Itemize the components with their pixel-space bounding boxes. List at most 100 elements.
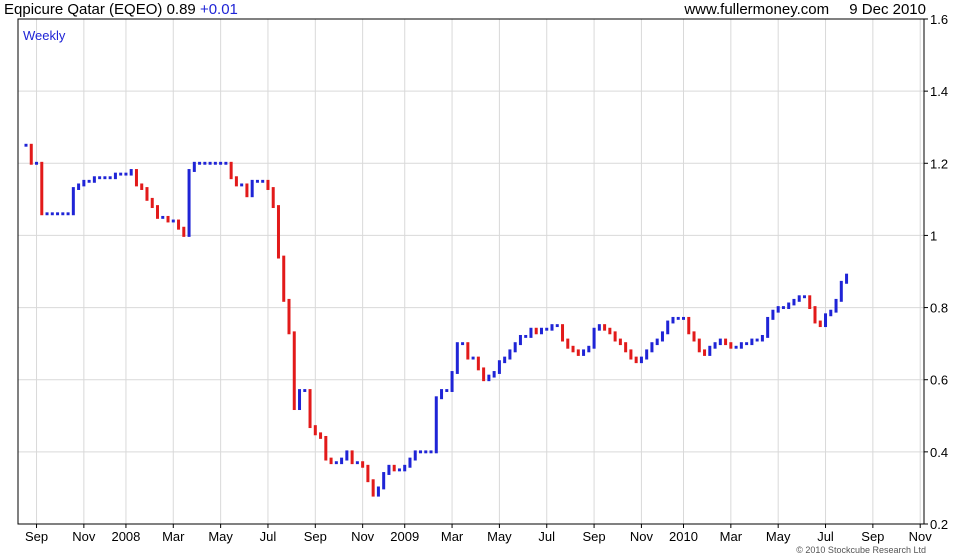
x-tick-label: Sep (25, 529, 48, 544)
price-bar (755, 338, 759, 342)
price-bar (529, 327, 533, 338)
price-bar (818, 320, 822, 328)
price-bar (745, 342, 749, 346)
price-bar (129, 169, 133, 176)
price-bar (729, 342, 733, 349)
price-bar (334, 461, 338, 465)
price-bar (787, 302, 791, 310)
y-tick-label: 1 (930, 228, 937, 243)
price-bar (397, 468, 401, 472)
price-bar (24, 143, 28, 147)
x-tick-label: 2010 (669, 529, 698, 544)
price-bar (203, 161, 207, 165)
y-tick-label: 0.2 (930, 517, 948, 532)
y-tick-label: 1.6 (930, 12, 948, 27)
price-bar (734, 345, 738, 349)
price-bar (508, 349, 512, 360)
price-bar (371, 479, 375, 497)
x-tick-label: Mar (720, 529, 743, 544)
price-bar (82, 179, 86, 187)
price-bar (629, 349, 633, 360)
price-bar (71, 187, 75, 216)
price-bar (834, 298, 838, 313)
y-tick-label: 0.8 (930, 301, 948, 316)
price-bar (250, 179, 254, 198)
price-bar (355, 461, 359, 465)
price-bar (303, 389, 307, 392)
price-bar (387, 464, 391, 475)
x-tick-label: Mar (441, 529, 464, 544)
x-tick-label: Jul (817, 529, 834, 544)
y-axis-ticks: 0.2 0.4 0.6 0.8 1 1.2 1.4 1.6 (924, 12, 948, 532)
price-bar (156, 205, 159, 219)
price-bar (361, 461, 365, 468)
price-bar (234, 176, 238, 187)
price-bar (108, 176, 112, 180)
price-bar (324, 435, 328, 461)
price-bar (413, 450, 417, 461)
price-bar (524, 334, 528, 338)
price-bar (639, 356, 643, 364)
price-bar (634, 356, 638, 364)
price-bar (766, 316, 770, 338)
copyright-notice: © 2010 Stockcube Research Ltd (796, 545, 926, 555)
y-tick-label: 1.2 (930, 156, 948, 171)
price-bar (313, 425, 317, 436)
price-bar (482, 367, 486, 382)
price-bar (471, 356, 475, 360)
price-bar (77, 183, 81, 190)
price-bar (797, 295, 801, 302)
price-bar (487, 374, 491, 382)
price-bar (392, 464, 396, 472)
price-bar (140, 183, 144, 190)
chart-grid (18, 18, 924, 525)
y-tick-label: 0.6 (930, 373, 948, 388)
x-tick-label: Nov (909, 529, 933, 544)
price-bar (276, 205, 280, 259)
price-bar (208, 161, 212, 165)
price-bar (229, 161, 233, 180)
x-tick-label: Sep (861, 529, 884, 544)
price-bar (587, 345, 591, 353)
price-bar (455, 342, 459, 374)
price-bar (345, 450, 349, 461)
x-tick-label: May (487, 529, 512, 544)
price-bar (224, 161, 228, 165)
price-bar (271, 187, 275, 209)
price-bar (113, 172, 117, 180)
x-tick-label: Nov (630, 529, 654, 544)
price-bar (781, 306, 785, 310)
price-bar (739, 342, 743, 349)
x-tick-label: 2009 (390, 529, 419, 544)
price-bar (566, 338, 570, 349)
price-bar (808, 295, 812, 310)
price-bar (697, 338, 701, 353)
price-bar (545, 327, 549, 331)
price-bar (282, 255, 286, 302)
price-bar (419, 450, 422, 454)
price-bar (660, 331, 664, 342)
price-bar (492, 371, 496, 378)
price-bar (98, 176, 102, 180)
price-bar (802, 295, 806, 299)
price-bar (287, 298, 291, 335)
price-bar (645, 349, 649, 360)
price-bar (319, 432, 323, 439)
price-bar (61, 212, 65, 216)
price-bar (408, 457, 412, 468)
price-bar (29, 143, 33, 165)
price-bar (576, 349, 580, 356)
price-bar (445, 389, 449, 392)
price-bar (440, 389, 444, 400)
price-bar (350, 450, 354, 465)
price-bar (434, 396, 438, 454)
price-bar (760, 334, 764, 342)
price-bar (703, 349, 707, 356)
price-bar (166, 215, 170, 223)
price-bar (503, 356, 507, 364)
y-tick-label: 1.4 (930, 84, 948, 99)
price-bar (708, 345, 712, 356)
price-bar (298, 389, 302, 411)
price-bar (750, 338, 754, 346)
price-bar (824, 313, 828, 328)
